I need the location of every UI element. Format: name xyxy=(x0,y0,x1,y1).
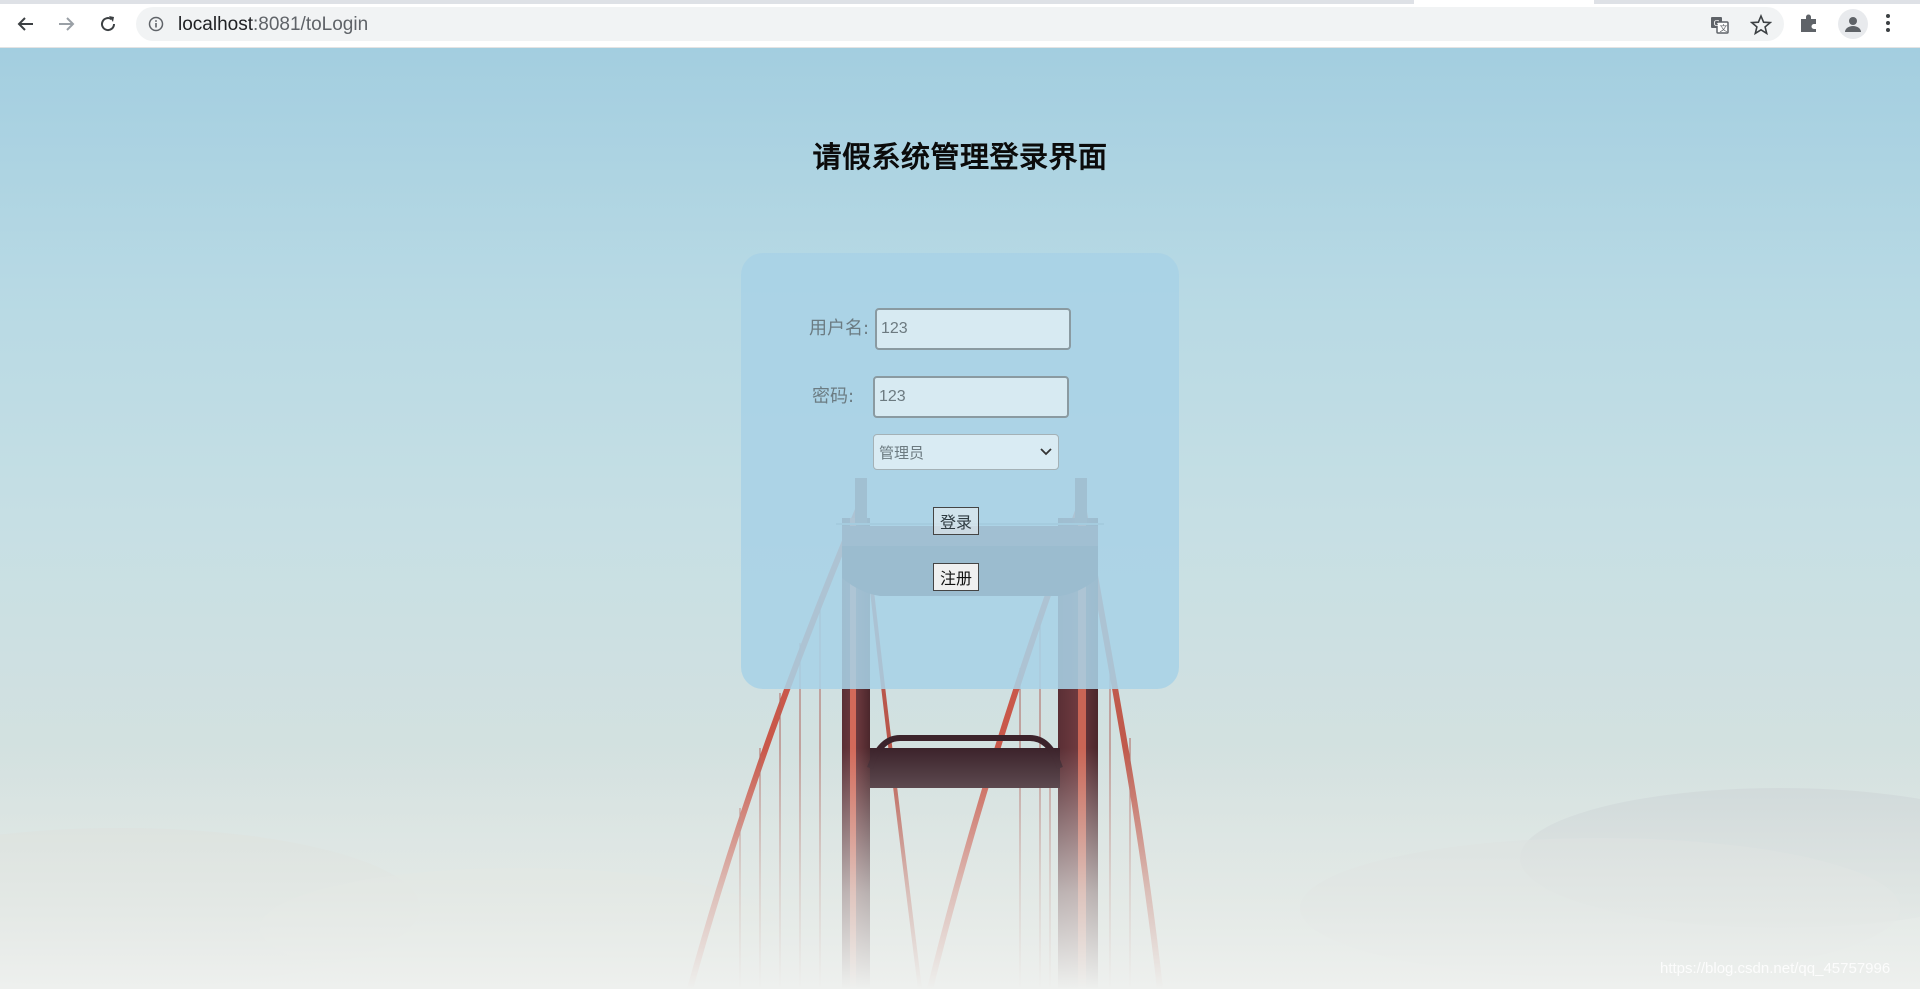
watermark-text: https://blog.csdn.net/qq_45757996 xyxy=(1660,960,1891,977)
kebab-menu-icon[interactable] xyxy=(1884,12,1892,34)
login-button[interactable]: 登录 xyxy=(933,507,980,535)
active-tab[interactable] xyxy=(1414,0,1594,4)
extensions-puzzle-icon[interactable] xyxy=(1798,12,1820,34)
username-input[interactable] xyxy=(875,308,1071,350)
page-viewport: 请假系统管理登录界面 用户名: 密码: 管理员 登录 注册 https://bl… xyxy=(0,48,1920,989)
password-input[interactable] xyxy=(873,376,1069,418)
profile-avatar[interactable] xyxy=(1838,9,1868,39)
chevron-down-icon xyxy=(1040,448,1052,456)
svg-text:文: 文 xyxy=(1720,23,1728,33)
translate-icon[interactable]: G 文 xyxy=(1710,15,1730,35)
register-button[interactable]: 注册 xyxy=(933,563,980,591)
reload-icon xyxy=(101,16,116,32)
forward-arrow-icon xyxy=(59,17,75,31)
back-arrow-icon xyxy=(17,17,33,31)
role-select-value: 管理员 xyxy=(879,443,925,462)
reload-button[interactable] xyxy=(94,10,122,38)
password-label: 密码: xyxy=(812,386,855,407)
url-path: :8081/toLogin xyxy=(253,14,369,35)
role-select[interactable]: 管理员 xyxy=(873,434,1059,470)
site-info-icon[interactable] xyxy=(148,16,164,32)
forward-button[interactable] xyxy=(52,10,80,38)
browser-toolbar: localhost:8081/toLogin G 文 xyxy=(0,0,1920,48)
page-title: 请假系统管理登录界面 xyxy=(812,140,1108,174)
back-button[interactable] xyxy=(12,10,40,38)
url-host: localhost xyxy=(178,14,253,35)
bookmark-star-icon[interactable] xyxy=(1750,14,1772,36)
tab-strip xyxy=(0,0,1920,4)
person-icon xyxy=(1845,17,1861,32)
address-bar[interactable]: localhost:8081/toLogin G 文 xyxy=(136,7,1784,41)
username-label: 用户名: xyxy=(809,318,870,339)
url-text[interactable]: localhost:8081/toLogin xyxy=(178,14,368,36)
